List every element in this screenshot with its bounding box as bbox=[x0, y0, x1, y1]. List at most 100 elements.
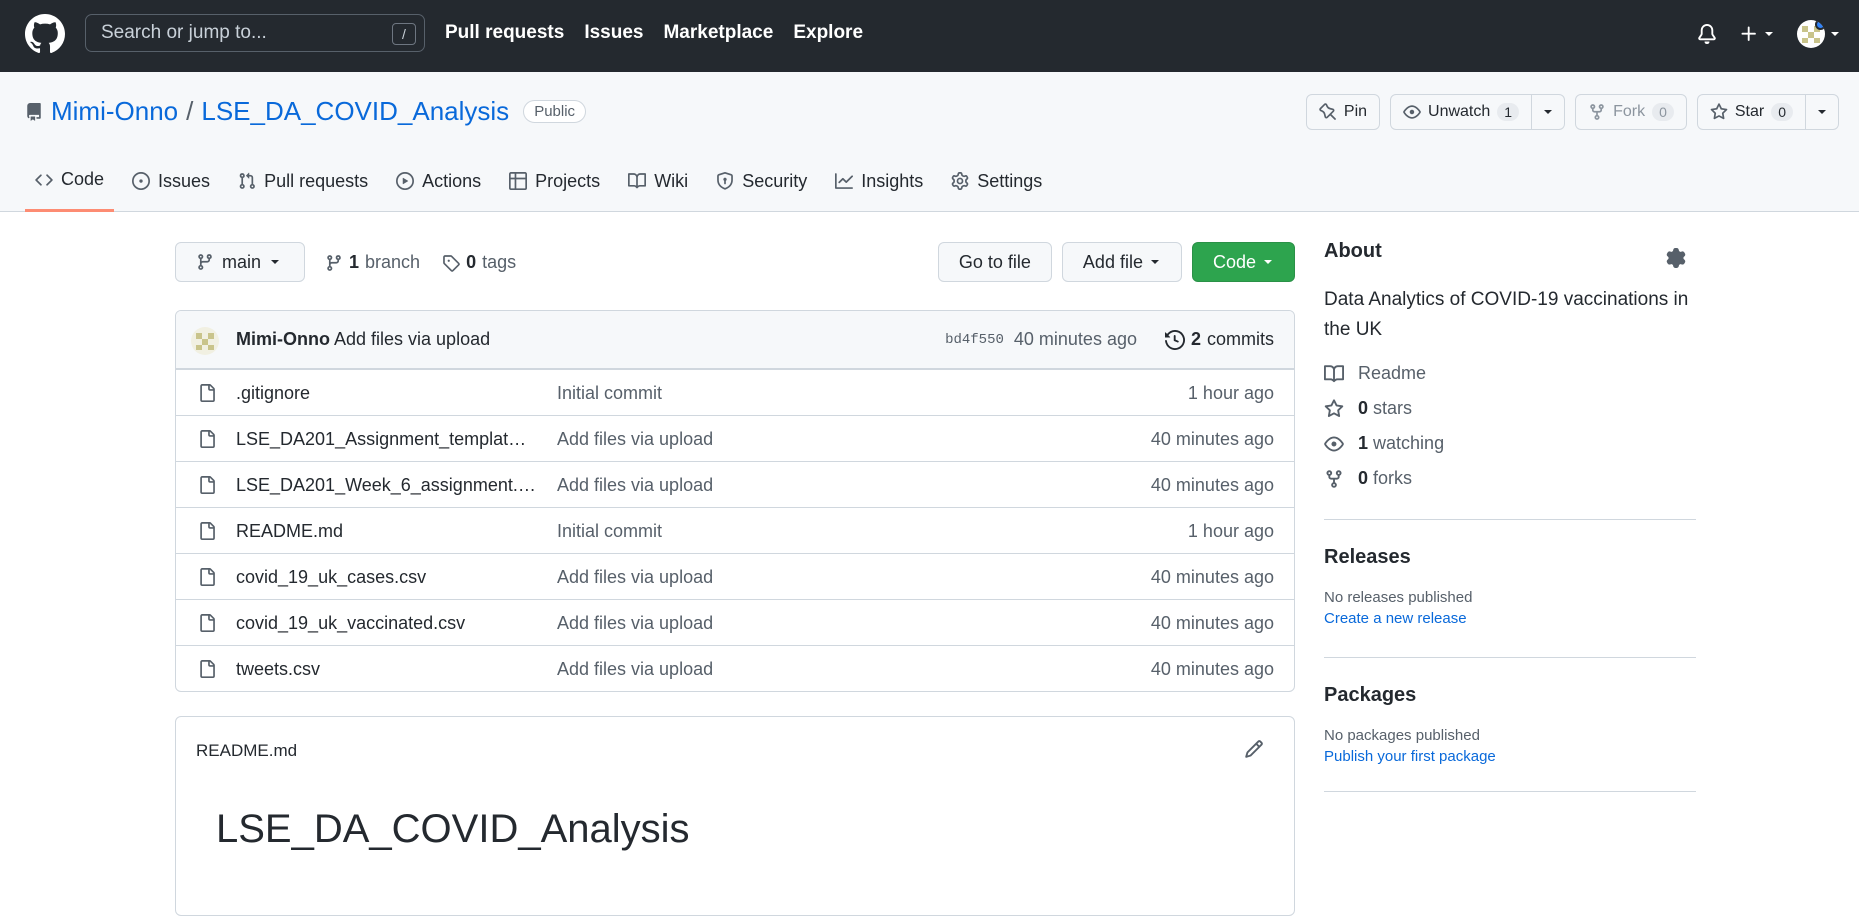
file-icon bbox=[198, 659, 216, 679]
repo-actions: Pin Unwatch 1 Fork 0 Star 0 bbox=[1305, 94, 1839, 130]
file-icon bbox=[198, 567, 216, 587]
repo-name-link[interactable]: LSE_DA_COVID_Analysis bbox=[201, 96, 509, 127]
commit-label: commits bbox=[1207, 329, 1274, 349]
caret-down-icon bbox=[1831, 32, 1839, 36]
file-list: Mimi-Onno Add files via upload bd4f550 4… bbox=[175, 310, 1295, 692]
tab-security[interactable]: Security bbox=[706, 164, 817, 212]
file-commit-message-link[interactable]: Initial commit bbox=[557, 521, 662, 542]
commit-count: 2 bbox=[1190, 329, 1201, 349]
pin-button[interactable]: Pin bbox=[1305, 94, 1381, 130]
file-icon bbox=[198, 475, 216, 495]
tab-code[interactable]: Code bbox=[25, 164, 115, 212]
packages-heading-link[interactable]: Packages bbox=[1324, 684, 1696, 707]
unwatch-button[interactable]: Unwatch 1 bbox=[1390, 94, 1533, 130]
file-commit-message-link[interactable]: Add files via upload bbox=[557, 567, 713, 588]
pin-label: Pin bbox=[1343, 103, 1368, 120]
releases-heading-link[interactable]: Releases bbox=[1324, 546, 1696, 569]
stars-link[interactable]: 0 stars bbox=[1324, 398, 1696, 419]
file-commit-message-link[interactable]: Add files via upload bbox=[557, 659, 713, 680]
file-name-link[interactable]: LSE_DA201_Week_6_assignment.ipynb bbox=[236, 475, 536, 496]
file-name-link[interactable]: README.md bbox=[236, 521, 536, 542]
repo-owner-link[interactable]: Mimi-Onno bbox=[51, 96, 178, 127]
nav-issues[interactable]: Issues bbox=[584, 22, 643, 44]
fork-button[interactable]: Fork 0 bbox=[1575, 94, 1687, 130]
file-time: 1 hour ago bbox=[1187, 521, 1274, 541]
packages-section: Packages No packages published Publish y… bbox=[1324, 684, 1696, 765]
go-to-file-button[interactable]: Go to file bbox=[937, 242, 1052, 282]
user-menu-button[interactable] bbox=[1797, 20, 1841, 48]
file-time: 40 minutes ago bbox=[1150, 475, 1274, 495]
file-row: LSE_DA201_Assignment_template.ipy... Add… bbox=[176, 415, 1294, 461]
caret-down-icon bbox=[1150, 260, 1159, 264]
file-commit-message-link[interactable]: Add files via upload bbox=[557, 613, 713, 634]
star-icon bbox=[1710, 103, 1728, 120]
table-icon bbox=[509, 172, 528, 190]
create-new-button[interactable] bbox=[1739, 24, 1775, 44]
add-file-button[interactable]: Add file bbox=[1061, 242, 1182, 282]
file-commit-message-link[interactable]: Add files via upload bbox=[557, 429, 713, 450]
bell-icon[interactable] bbox=[1697, 24, 1717, 44]
eye-icon bbox=[1324, 436, 1344, 451]
tab-insights-label: Insights bbox=[861, 170, 924, 191]
tab-wiki-label: Wiki bbox=[654, 170, 689, 191]
tab-wiki[interactable]: Wiki bbox=[618, 164, 698, 212]
releases-section: Releases No releases published Create a … bbox=[1324, 546, 1696, 627]
file-icon bbox=[198, 429, 216, 449]
tab-pull-requests[interactable]: Pull requests bbox=[228, 164, 378, 212]
nav-pull-requests[interactable]: Pull requests bbox=[445, 22, 564, 44]
search-input[interactable]: Search or jump to... / bbox=[85, 14, 425, 52]
watch-dropdown-button[interactable] bbox=[1532, 94, 1566, 130]
tag-count: 0 bbox=[466, 252, 477, 272]
branch-select-button[interactable]: main bbox=[175, 242, 305, 282]
releases-empty-text: No releases published bbox=[1324, 589, 1473, 606]
tab-actions[interactable]: Actions bbox=[386, 164, 491, 212]
commit-message-link[interactable]: Add files via upload bbox=[334, 329, 490, 349]
branches-link[interactable]: 1 branch bbox=[325, 252, 420, 273]
commits-link[interactable]: 2 commits bbox=[1164, 329, 1274, 350]
file-name-link[interactable]: tweets.csv bbox=[236, 659, 536, 680]
star-icon bbox=[1324, 398, 1344, 417]
code-button[interactable]: Code bbox=[1191, 242, 1295, 282]
file-name-link[interactable]: LSE_DA201_Assignment_template.ipy... bbox=[236, 429, 536, 450]
main-content: main 1 branch 0 tags Go to file Add file… bbox=[175, 240, 1295, 916]
tab-settings[interactable]: Settings bbox=[941, 164, 1052, 212]
tab-projects[interactable]: Projects bbox=[499, 164, 610, 212]
file-name-link[interactable]: covid_19_uk_vaccinated.csv bbox=[236, 613, 536, 634]
readme-link[interactable]: Readme bbox=[1324, 363, 1696, 384]
commit-sha-link[interactable]: bd4f550 bbox=[945, 332, 1004, 348]
star-button-group: Star 0 bbox=[1696, 94, 1839, 130]
notification-dot bbox=[1815, 20, 1825, 30]
star-dropdown-button[interactable] bbox=[1806, 94, 1839, 130]
gear-icon[interactable] bbox=[1666, 248, 1686, 268]
about-section: About Data Analytics of COVID-19 vaccina… bbox=[1324, 240, 1696, 489]
watching-link[interactable]: 1 watching bbox=[1324, 433, 1696, 454]
file-name-link[interactable]: covid_19_uk_cases.csv bbox=[236, 567, 536, 588]
forks-link[interactable]: 0 forks bbox=[1324, 468, 1696, 489]
pencil-icon[interactable] bbox=[1244, 739, 1264, 759]
file-time: 40 minutes ago bbox=[1150, 567, 1274, 587]
forks-count: 0 bbox=[1358, 468, 1369, 488]
tags-link[interactable]: 0 tags bbox=[442, 252, 516, 273]
star-button[interactable]: Star 0 bbox=[1696, 94, 1806, 130]
tab-insights[interactable]: Insights bbox=[825, 164, 933, 212]
search-placeholder: Search or jump to... bbox=[101, 22, 267, 43]
caret-down-icon bbox=[1765, 32, 1773, 36]
create-release-link[interactable]: Create a new release bbox=[1324, 610, 1696, 627]
file-name-link[interactable]: .gitignore bbox=[236, 383, 536, 404]
watching-label: watching bbox=[1373, 433, 1445, 453]
tab-issues[interactable]: Issues bbox=[122, 164, 220, 212]
nav-explore[interactable]: Explore bbox=[793, 22, 863, 44]
about-heading: About bbox=[1324, 240, 1382, 262]
file-commit-message-link[interactable]: Initial commit bbox=[557, 383, 662, 404]
tab-settings-label: Settings bbox=[977, 170, 1043, 191]
publish-package-link[interactable]: Publish your first package bbox=[1324, 748, 1696, 765]
nav-marketplace[interactable]: Marketplace bbox=[663, 22, 773, 44]
avatar[interactable] bbox=[191, 327, 219, 355]
repo-icon bbox=[25, 102, 43, 121]
github-logo-icon[interactable] bbox=[25, 14, 65, 54]
file-commit-message-link[interactable]: Add files via upload bbox=[557, 475, 713, 496]
branch-count: 1 bbox=[349, 252, 360, 272]
readme-filename-link[interactable]: README.md bbox=[196, 741, 297, 761]
commit-author-link[interactable]: Mimi-Onno bbox=[236, 329, 330, 349]
readme-box: README.md LSE_DA_COVID_Analysis bbox=[175, 716, 1295, 916]
